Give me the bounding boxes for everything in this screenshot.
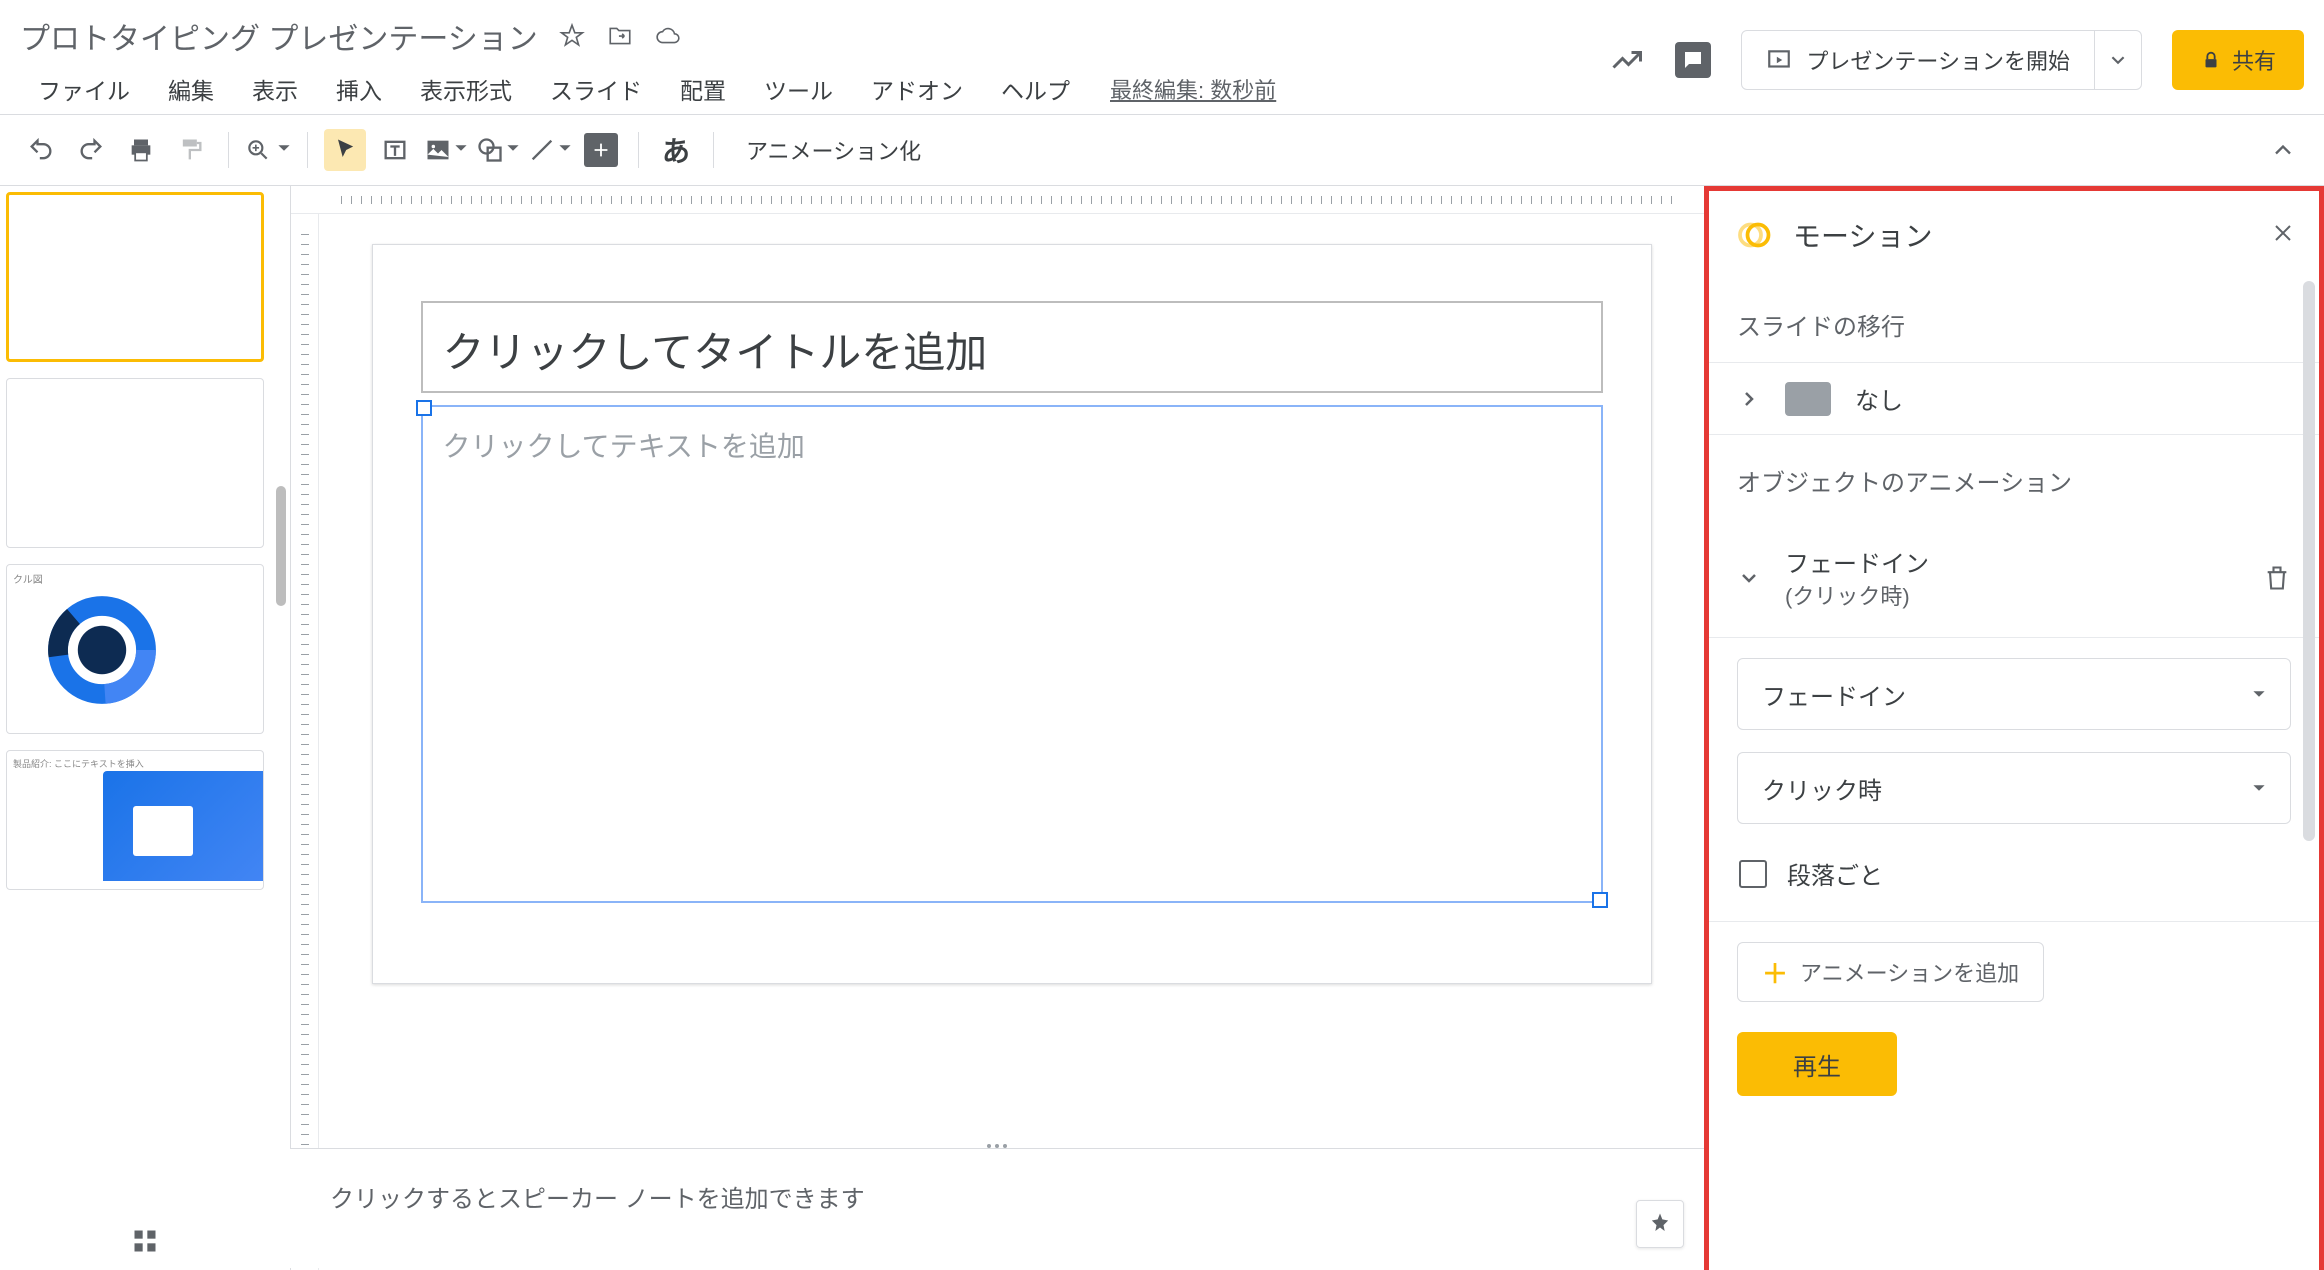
chevron-right-icon xyxy=(1737,387,1761,411)
move-folder-icon[interactable] xyxy=(606,22,634,50)
menu-addons[interactable]: アドオン xyxy=(853,66,981,112)
motion-scrollbar[interactable] xyxy=(2303,281,2315,841)
comments-icon[interactable] xyxy=(1675,42,1711,78)
menu-arrange[interactable]: 配置 xyxy=(662,66,744,112)
textbox-tool[interactable] xyxy=(374,129,416,171)
slide-thumb-4[interactable]: 製品紹介: ここにテキストを挿入 xyxy=(6,750,264,890)
transition-value: なし xyxy=(1855,381,1903,416)
zoom-dropdown[interactable] xyxy=(245,137,291,163)
menu-tools[interactable]: ツール xyxy=(746,66,851,112)
cloud-status-icon[interactable] xyxy=(654,22,682,50)
animation-item[interactable]: フェードイン (クリック時) xyxy=(1709,518,2319,638)
title-placeholder[interactable]: クリックしてタイトルを追加 xyxy=(421,301,1603,393)
animate-button[interactable]: アニメーション化 xyxy=(730,134,937,166)
shape-tool[interactable] xyxy=(476,136,520,164)
animation-type-value: フェードイン xyxy=(1762,677,1906,712)
slide-icon xyxy=(1785,382,1831,416)
notes-placeholder: クリックするとスピーカー ノートを追加できます xyxy=(330,1186,865,1213)
by-paragraph-checkbox[interactable]: 段落ごと xyxy=(1737,846,2291,901)
caret-down-icon xyxy=(2252,781,2266,795)
share-button[interactable]: 共有 xyxy=(2172,30,2304,90)
present-label: プレゼンテーションを開始 xyxy=(1806,44,2070,76)
present-icon xyxy=(1766,47,1792,73)
slide-thumb-2[interactable] xyxy=(6,378,264,548)
document-title[interactable]: プロトタイピング プレゼンテーション xyxy=(20,14,538,58)
body-placeholder[interactable]: クリックしてテキストを追加 xyxy=(421,405,1603,903)
input-method-button[interactable]: あ xyxy=(655,129,697,171)
select-tool[interactable] xyxy=(324,129,366,171)
object-animation-label: オブジェクトのアニメーション xyxy=(1709,435,2319,518)
animation-type-select[interactable]: フェードイン xyxy=(1737,658,2291,730)
star-icon[interactable] xyxy=(558,22,586,50)
play-button[interactable]: 再生 xyxy=(1737,1032,1897,1096)
add-animation-label: アニメーションを追加 xyxy=(1800,956,2019,988)
cycle-diagram-icon xyxy=(47,595,157,705)
speaker-notes[interactable]: クリックするとスピーカー ノートを追加できます xyxy=(290,1148,1704,1268)
canvas-area[interactable]: クリックしてタイトルを追加 クリックしてテキストを追加 xyxy=(290,186,1704,1270)
transition-row[interactable]: なし xyxy=(1709,362,2319,435)
present-dropdown[interactable] xyxy=(2094,31,2141,89)
panel-scrollbar[interactable] xyxy=(276,486,286,606)
ruler-vertical xyxy=(291,214,319,1270)
menu-file[interactable]: ファイル xyxy=(20,66,148,112)
menu-help[interactable]: ヘルプ xyxy=(983,66,1088,112)
redo-button[interactable] xyxy=(70,129,112,171)
plus-icon: ＋ xyxy=(1762,954,1788,991)
last-edit-link[interactable]: 最終編集: 数秒前 xyxy=(1110,73,1276,105)
slide-canvas[interactable]: クリックしてタイトルを追加 クリックしてテキストを追加 xyxy=(372,244,1652,984)
close-panel-button[interactable] xyxy=(2271,221,2295,250)
caret-down-icon xyxy=(2252,687,2266,701)
add-animation-button[interactable]: ＋ アニメーションを追加 xyxy=(1737,942,2044,1002)
ruler-horizontal xyxy=(291,186,1704,214)
thumb-label: クル図 xyxy=(7,565,263,592)
menu-slide[interactable]: スライド xyxy=(532,66,660,112)
line-tool[interactable] xyxy=(528,136,572,164)
menu-view[interactable]: 表示 xyxy=(234,66,316,112)
toolbar: あ アニメーション化 xyxy=(0,115,2324,185)
animation-trigger-value: クリック時 xyxy=(1762,771,1882,806)
checkbox-icon xyxy=(1739,860,1767,888)
paint-format-button[interactable] xyxy=(170,129,212,171)
transition-section-label: スライドの移行 xyxy=(1709,279,2319,362)
motion-title: モーション xyxy=(1793,215,1932,255)
add-comment-button[interactable] xyxy=(580,129,622,171)
zoom-icon xyxy=(245,137,271,163)
motion-panel: モーション スライドの移行 なし オブジェクトのアニメーション フェードイン (… xyxy=(1704,186,2324,1270)
image-icon xyxy=(424,136,452,164)
notes-resize-handle[interactable] xyxy=(975,1144,1019,1152)
menu-edit[interactable]: 編集 xyxy=(150,66,232,112)
present-button[interactable]: プレゼンテーションを開始 xyxy=(1741,30,2142,90)
undo-button[interactable] xyxy=(20,129,62,171)
line-icon xyxy=(528,136,556,164)
slide-thumb-3[interactable]: クル図 xyxy=(6,564,264,734)
by-paragraph-label: 段落ごと xyxy=(1787,856,1883,891)
slide-panel[interactable]: クル図 製品紹介: ここにテキストを挿入 xyxy=(0,186,290,1270)
menu-insert[interactable]: 挿入 xyxy=(318,66,400,112)
slide-thumb-1[interactable] xyxy=(6,192,264,362)
grid-view-button[interactable] xyxy=(131,1227,159,1260)
lock-icon xyxy=(2200,49,2222,71)
image-tool[interactable] xyxy=(424,136,468,164)
delete-icon[interactable] xyxy=(2263,564,2291,592)
animation-trigger-select[interactable]: クリック時 xyxy=(1737,752,2291,824)
animation-trigger-sub: (クリック時) xyxy=(1785,579,2239,611)
menu-format[interactable]: 表示形式 xyxy=(402,66,530,112)
share-label: 共有 xyxy=(2232,44,2276,76)
print-button[interactable] xyxy=(120,129,162,171)
explore-button[interactable] xyxy=(1636,1200,1684,1248)
shape-icon xyxy=(476,136,504,164)
animation-name: フェードイン xyxy=(1785,544,2239,579)
chevron-down-icon xyxy=(1737,566,1761,590)
activity-icon[interactable] xyxy=(1609,42,1645,78)
collapse-toolbar-button[interactable] xyxy=(2262,129,2304,171)
motion-icon xyxy=(1737,217,1773,253)
